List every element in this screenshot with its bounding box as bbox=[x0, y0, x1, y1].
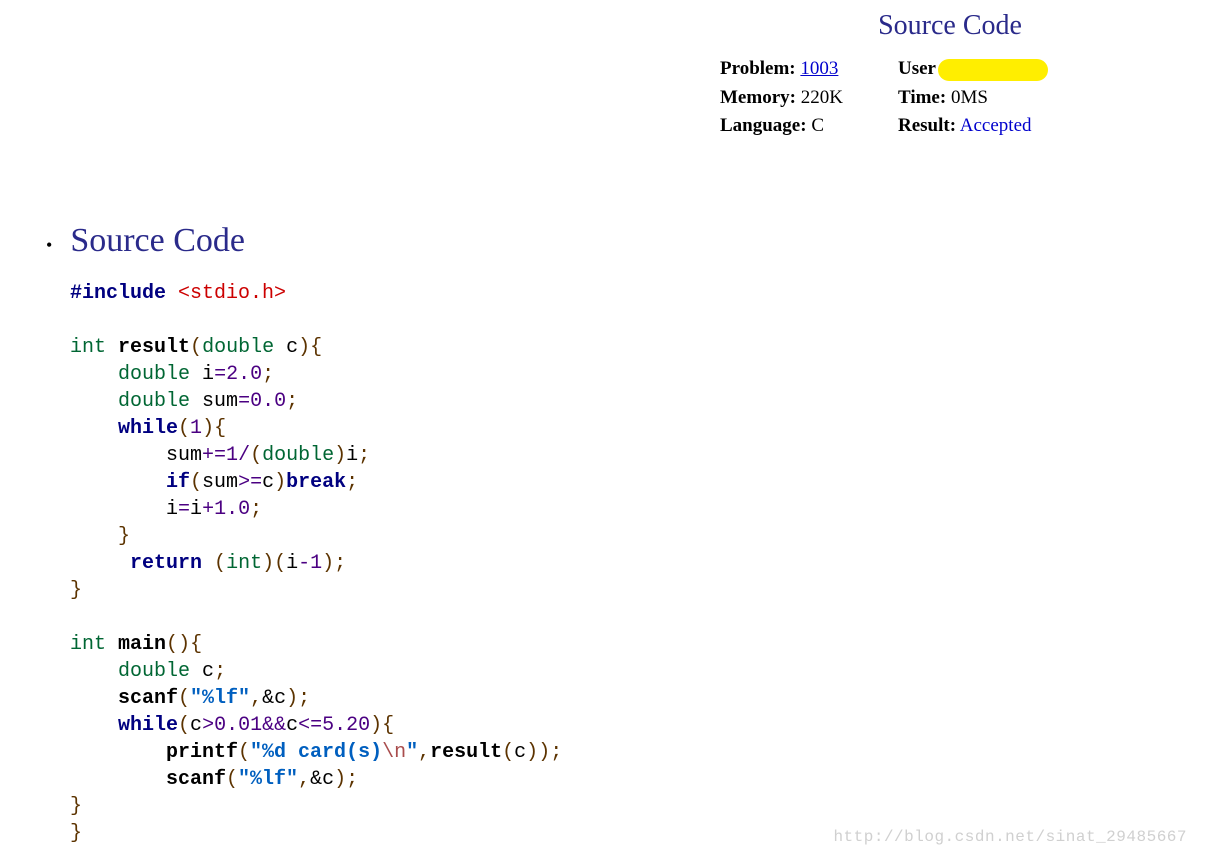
kw-if: if bbox=[166, 471, 190, 494]
section-heading-row: • Source Code bbox=[46, 222, 245, 260]
time-label: Time: bbox=[898, 87, 946, 108]
time-cell: Time: 0MS bbox=[898, 87, 1098, 109]
cast-int: int bbox=[226, 552, 262, 575]
var-c: c bbox=[190, 714, 202, 737]
fn-result: result bbox=[118, 336, 190, 359]
submission-meta: Source Code Problem: 1003 User Memory: 2… bbox=[720, 10, 1180, 137]
num-0-0: 0.0 bbox=[250, 390, 286, 413]
fn-printf: printf bbox=[166, 741, 238, 764]
kw-while: while bbox=[118, 714, 178, 737]
num-1-0: 1.0 bbox=[214, 498, 250, 521]
fn-scanf: scanf bbox=[166, 768, 226, 791]
source-code-block: #include <stdio.h> int result(double c){… bbox=[70, 280, 562, 847]
header-title: Source Code bbox=[720, 10, 1180, 42]
amp-c: &c bbox=[262, 687, 286, 710]
fn-scanf: scanf bbox=[118, 687, 178, 710]
var-i: i bbox=[202, 363, 214, 386]
var-i: i bbox=[346, 444, 358, 467]
include-header: <stdio.h> bbox=[178, 282, 286, 305]
memory-label: Memory: bbox=[720, 87, 796, 108]
language-cell: Language: C bbox=[720, 115, 890, 137]
var-i: i bbox=[190, 498, 202, 521]
var-c: c bbox=[202, 660, 214, 683]
time-value: 0MS bbox=[951, 87, 988, 108]
var-c: c bbox=[514, 741, 526, 764]
num-0-01: 0.01 bbox=[214, 714, 262, 737]
watermark-text: http://blog.csdn.net/sinat_29485667 bbox=[833, 828, 1187, 846]
num-1: 1 bbox=[190, 417, 202, 440]
memory-cell: Memory: 220K bbox=[720, 87, 890, 109]
user-redacted bbox=[938, 59, 1048, 81]
result-cell: Result: Accepted bbox=[898, 115, 1098, 137]
var-sum: sum bbox=[202, 471, 238, 494]
meta-grid: Problem: 1003 User Memory: 220K Time: 0M… bbox=[720, 58, 1180, 137]
num-5-20: 5.20 bbox=[322, 714, 370, 737]
var-c: c bbox=[262, 471, 274, 494]
language-value: C bbox=[811, 115, 824, 136]
type-int: int bbox=[70, 336, 106, 359]
type-double: double bbox=[118, 660, 190, 683]
kw-break: break bbox=[286, 471, 346, 494]
problem-link[interactable]: 1003 bbox=[800, 58, 838, 79]
str-lf: "%lf" bbox=[238, 768, 298, 791]
cast-double: double bbox=[262, 444, 334, 467]
var-c: c bbox=[286, 714, 298, 737]
kw-while: while bbox=[118, 417, 178, 440]
kw-return: return bbox=[130, 552, 202, 575]
str-card-b: " bbox=[406, 741, 418, 764]
pp-include: #include bbox=[70, 282, 166, 305]
fn-main: main bbox=[118, 633, 166, 656]
var-sum: sum bbox=[202, 390, 238, 413]
var-i: i bbox=[286, 552, 298, 575]
bullet-icon: • bbox=[46, 235, 52, 256]
fn-result-call: result bbox=[430, 741, 502, 764]
str-card-a: "%d card(s) bbox=[250, 741, 382, 764]
num-2-0: 2.0 bbox=[226, 363, 262, 386]
str-esc-n: \n bbox=[382, 741, 406, 764]
num-1: 1 bbox=[310, 552, 322, 575]
memory-value: 220K bbox=[801, 87, 843, 108]
user-label: User bbox=[898, 58, 936, 79]
type-double: double bbox=[202, 336, 274, 359]
result-label: Result: bbox=[898, 115, 956, 136]
language-label: Language: bbox=[720, 115, 807, 136]
var-c: c bbox=[286, 336, 298, 359]
user-cell: User bbox=[898, 58, 1098, 81]
num-1: 1 bbox=[226, 444, 238, 467]
str-lf: "%lf" bbox=[190, 687, 250, 710]
result-value: Accepted bbox=[960, 115, 1032, 136]
amp-c: &c bbox=[310, 768, 334, 791]
type-int: int bbox=[70, 633, 106, 656]
section-title: Source Code bbox=[70, 222, 245, 260]
type-double: double bbox=[118, 363, 190, 386]
problem-cell: Problem: 1003 bbox=[720, 58, 890, 81]
var-sum: sum bbox=[166, 444, 202, 467]
var-i: i bbox=[166, 498, 178, 521]
type-double: double bbox=[118, 390, 190, 413]
problem-label: Problem: bbox=[720, 58, 796, 79]
